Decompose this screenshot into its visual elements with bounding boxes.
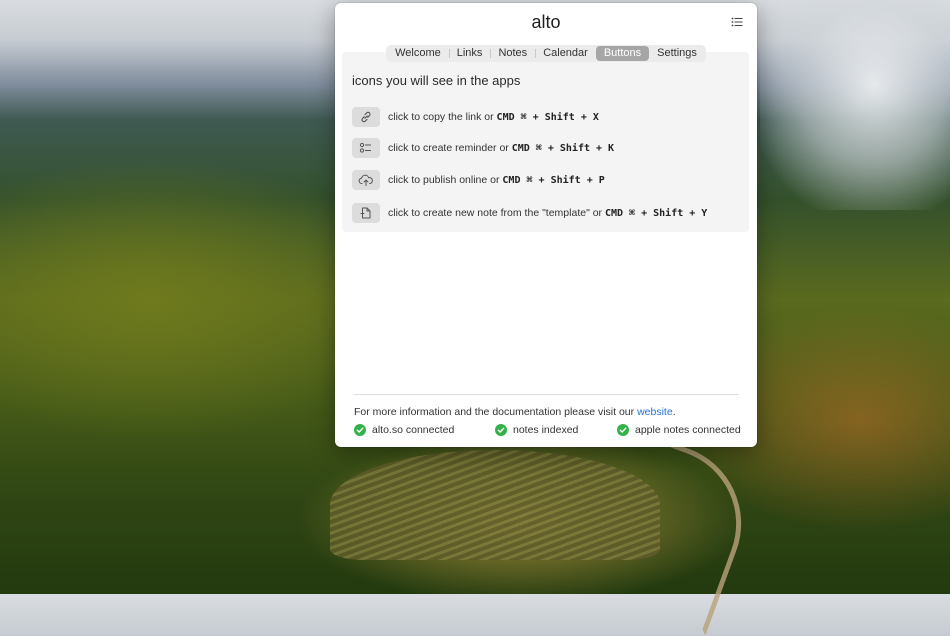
reminder-list-icon [359,142,371,153]
create-reminder-button[interactable] [352,138,380,158]
copy-link-text: click to copy the link or CMD ⌘ + Shift … [388,111,599,123]
desktop-mist [760,0,950,210]
template-note-button[interactable] [352,203,380,223]
tab-welcome[interactable]: Welcome [387,46,449,61]
tab-notes[interactable]: Notes [490,46,535,61]
publish-online-button[interactable] [352,170,380,190]
website-link[interactable]: website [637,406,673,418]
template-note-text: click to create new note from the "templ… [388,207,708,219]
create-reminder-row: click to create reminder or CMD ⌘ + Shif… [352,138,614,158]
tab-bar: Welcome Links Notes Calendar Buttons Set… [386,45,706,62]
status-notes-indexed: notes indexed [495,424,578,436]
create-reminder-shortcut: CMD ⌘ + Shift + K [511,143,615,154]
copy-link-row: click to copy the link or CMD ⌘ + Shift … [352,107,599,127]
tab-calendar[interactable]: Calendar [535,46,596,61]
tab-settings[interactable]: Settings [649,46,705,61]
publish-online-text: click to publish online or CMD ⌘ + Shift… [388,174,605,186]
tab-bar-container: Welcome Links Notes Calendar Buttons Set… [335,45,757,62]
status-apple-notes-connected: apple notes connected [617,424,741,436]
list-menu-icon[interactable] [731,15,743,27]
desktop-road [536,414,764,636]
template-note-shortcut: CMD ⌘ + Shift + Y [604,208,708,219]
link-icon [361,111,371,123]
cloud-upload-icon [358,174,373,186]
check-circle-icon [617,424,629,436]
alto-window: alto Welcome Links Notes Calendar Button… [335,3,757,447]
documentation-info: For more information and the documentati… [354,406,676,418]
create-reminder-text: click to create reminder or CMD ⌘ + Shif… [388,142,615,154]
tab-buttons[interactable]: Buttons [595,46,650,61]
check-circle-icon [354,424,366,436]
section-title: icons you will see in the apps [352,73,521,88]
publish-online-shortcut: CMD ⌘ + Shift + P [502,175,605,186]
publish-online-row: click to publish online or CMD ⌘ + Shift… [352,170,605,190]
window-title: alto [531,12,561,32]
copy-link-button[interactable] [352,107,380,127]
template-note-row: click to create new note from the "templ… [352,203,707,223]
check-circle-icon [495,424,507,436]
tab-links[interactable]: Links [448,46,491,61]
footer-divider [354,394,739,395]
status-alto-connected: alto.so connected [354,424,454,436]
template-note-icon [360,207,371,219]
copy-link-shortcut: CMD ⌘ + Shift + X [496,112,599,123]
